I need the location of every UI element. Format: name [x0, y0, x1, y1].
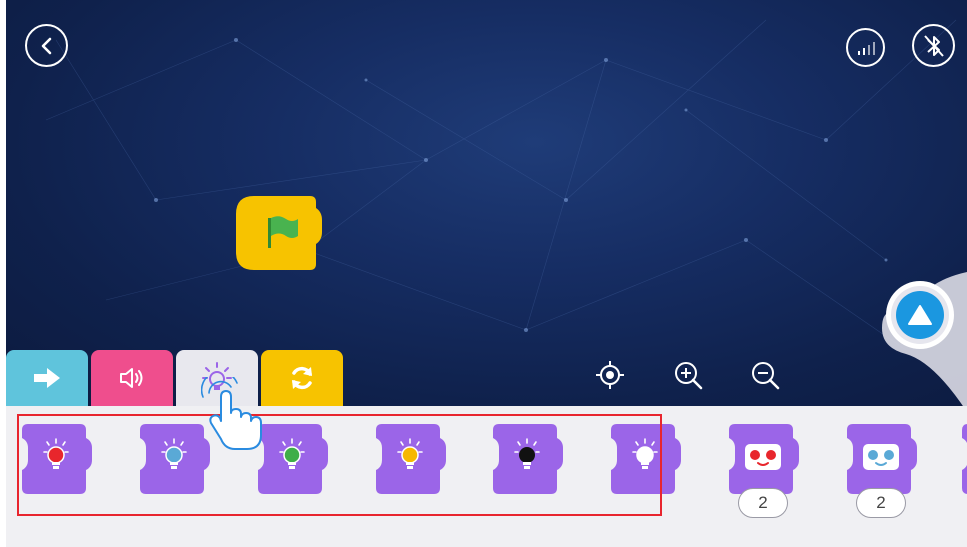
signal-strength-icon	[857, 41, 875, 55]
center-target-icon	[596, 361, 624, 389]
robot-eyes-blue-icon	[863, 444, 899, 470]
zoom-in-button[interactable]	[671, 358, 705, 392]
tap-hand-icon	[200, 370, 267, 451]
arrow-right-icon	[34, 368, 60, 388]
speaker-icon	[120, 368, 143, 388]
palette-block-7[interactable]	[727, 424, 799, 494]
start-flag-block[interactable]	[236, 196, 322, 270]
zoom-out-button[interactable]	[748, 358, 782, 392]
back-arrow-icon	[41, 37, 51, 54]
back-button[interactable]	[25, 24, 68, 67]
bluetooth-button[interactable]	[912, 24, 955, 67]
tab-motion[interactable]	[6, 350, 88, 406]
zoom-out-icon	[752, 362, 780, 390]
palette-block-partial[interactable]	[960, 424, 967, 494]
recenter-button[interactable]	[593, 358, 627, 392]
highlight-box	[17, 414, 662, 516]
refresh-icon	[292, 366, 312, 390]
zoom-in-icon	[675, 362, 703, 390]
repeat-count-field[interactable]: 2	[856, 488, 906, 518]
repeat-count-field[interactable]: 2	[738, 488, 788, 518]
tab-sound[interactable]	[91, 350, 173, 406]
workspace-canvas[interactable]	[6, 0, 967, 406]
palette-block-8[interactable]	[845, 424, 917, 494]
network-background	[45, 19, 957, 351]
bluetooth-disabled-icon	[923, 34, 944, 57]
triangle-up-icon	[908, 305, 932, 325]
tab-control[interactable]	[261, 350, 343, 406]
app-window: 2 2	[0, 0, 967, 547]
category-tabs	[6, 350, 346, 406]
signal-button[interactable]	[846, 28, 885, 67]
run-button[interactable]	[896, 291, 944, 339]
robot-eyes-red-icon	[745, 444, 781, 470]
